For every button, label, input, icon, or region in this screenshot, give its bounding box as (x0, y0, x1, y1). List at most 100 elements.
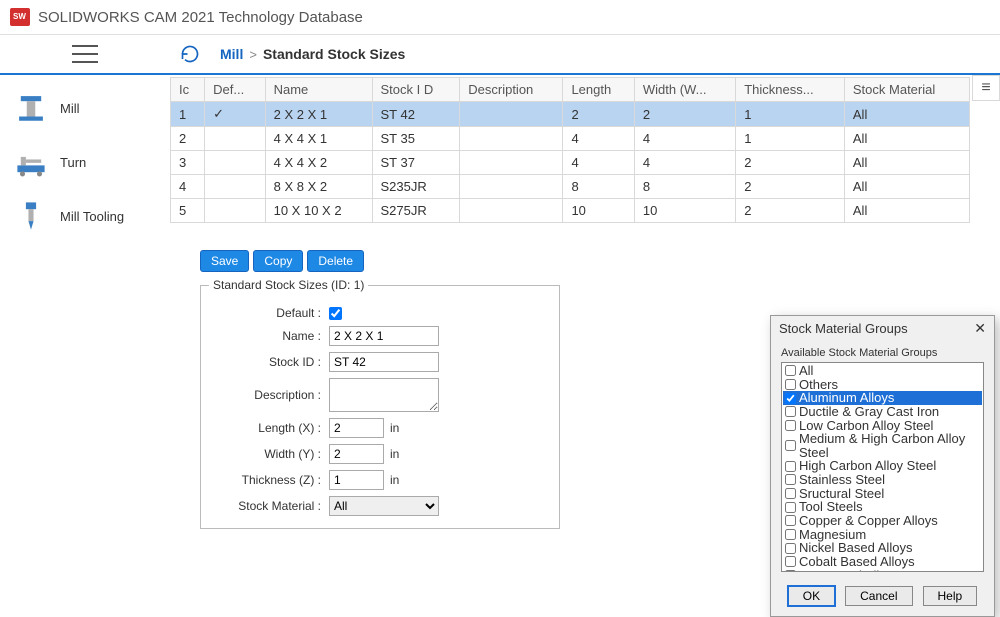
sidebar-item-mill-tooling[interactable]: Mill Tooling (0, 189, 170, 243)
table-cell: 2 (736, 151, 845, 175)
table-cell: 4 (563, 151, 634, 175)
stock-table[interactable]: IcDef...NameStock I DDescriptionLengthWi… (170, 77, 970, 223)
sidebar-item-mill[interactable]: Mill (0, 81, 170, 135)
sidebar-item-label: Mill Tooling (60, 209, 124, 224)
list-item-checkbox[interactable] (785, 440, 796, 451)
default-checkbox[interactable] (329, 307, 342, 320)
table-cell: 2 (171, 127, 205, 151)
toolbar: Mill > Standard Stock Sizes (0, 35, 1000, 75)
column-header[interactable]: Length (563, 78, 634, 102)
table-cell: 4 (563, 127, 634, 151)
list-item[interactable]: Magnesium (783, 528, 982, 542)
table-cell: 2 (563, 102, 634, 127)
table-row[interactable]: 1✓2 X 2 X 1ST 42221All (171, 102, 970, 127)
list-item[interactable]: Cobalt Based Alloys (783, 555, 982, 569)
table-cell: All (844, 175, 969, 199)
length-field[interactable] (329, 418, 384, 438)
list-item-label: Ductile & Gray Cast Iron (799, 405, 939, 419)
list-item-checkbox[interactable] (785, 379, 796, 390)
list-item[interactable]: Sructural Steel (783, 487, 982, 501)
table-cell: S235JR (372, 175, 460, 199)
list-item-checkbox[interactable] (785, 461, 796, 472)
list-item-checkbox[interactable] (785, 420, 796, 431)
list-item-checkbox[interactable] (785, 529, 796, 540)
list-item-checkbox[interactable] (785, 488, 796, 499)
list-item-checkbox[interactable] (785, 406, 796, 417)
list-item[interactable]: Medium & High Carbon Alloy Steel (783, 432, 982, 459)
table-cell: 1 (171, 102, 205, 127)
list-item[interactable]: Copper & Copper Alloys (783, 514, 982, 528)
list-item-label: Cobalt Based Alloys (799, 555, 915, 569)
list-item-label: Nickel Based Alloys (799, 541, 912, 555)
list-item-checkbox[interactable] (785, 543, 796, 554)
column-header[interactable]: Width (W... (634, 78, 735, 102)
list-item-checkbox[interactable] (785, 570, 796, 572)
label-name: Name : (209, 329, 329, 343)
cancel-button[interactable]: Cancel (845, 586, 912, 606)
sidebar-item-turn[interactable]: Turn (0, 135, 170, 189)
list-item-checkbox[interactable] (785, 556, 796, 567)
table-row[interactable]: 510 X 10 X 2S275JR10102All (171, 199, 970, 223)
list-item[interactable]: Tool Steels (783, 500, 982, 514)
list-item-checkbox[interactable] (785, 515, 796, 526)
name-field[interactable] (329, 326, 439, 346)
table-row[interactable]: 48 X 8 X 2S235JR882All (171, 175, 970, 199)
column-header[interactable]: Stock Material (844, 78, 969, 102)
list-item-label: Low Carbon Alloy Steel (799, 419, 933, 433)
list-item-checkbox[interactable] (785, 502, 796, 513)
width-field[interactable] (329, 444, 384, 464)
label-stockid: Stock ID : (209, 355, 329, 369)
help-button[interactable]: Help (923, 586, 978, 606)
description-field[interactable] (329, 378, 439, 412)
list-item[interactable]: All (783, 364, 982, 378)
breadcrumb-root[interactable]: Mill (220, 46, 243, 62)
close-icon[interactable]: ✕ (974, 320, 986, 337)
column-menu-button[interactable]: ≡ (972, 75, 1000, 101)
table-cell: ✓ (205, 102, 265, 127)
table-cell (205, 199, 265, 223)
list-item-label: Aluminum Alloys (799, 391, 894, 405)
column-header[interactable]: Name (265, 78, 372, 102)
copy-button[interactable]: Copy (253, 250, 303, 272)
window-title: SOLIDWORKS CAM 2021 Technology Database (38, 9, 363, 26)
list-item[interactable]: Iron Based Alloys (783, 569, 982, 572)
refresh-button[interactable] (170, 44, 210, 64)
list-item-label: Stainless Steel (799, 473, 885, 487)
table-row[interactable]: 34 X 4 X 2ST 37442All (171, 151, 970, 175)
sidebar-item-label: Turn (60, 155, 86, 170)
column-header[interactable]: Stock I D (372, 78, 460, 102)
table-cell: 4 X 4 X 2 (265, 151, 372, 175)
label-desc: Description : (209, 388, 329, 402)
label-default: Default : (209, 306, 329, 320)
list-item[interactable]: Others (783, 378, 982, 392)
thickness-field[interactable] (329, 470, 384, 490)
stockid-field[interactable] (329, 352, 439, 372)
list-item[interactable]: Nickel Based Alloys (783, 541, 982, 555)
list-item[interactable]: Aluminum Alloys (783, 391, 982, 405)
list-item[interactable]: Low Carbon Alloy Steel (783, 419, 982, 433)
table-cell (205, 151, 265, 175)
material-listbox[interactable]: AllOthersAluminum AlloysDuctile & Gray C… (781, 362, 984, 572)
save-button[interactable]: Save (200, 250, 249, 272)
column-header[interactable]: Def... (205, 78, 265, 102)
column-header[interactable]: Ic (171, 78, 205, 102)
app-logo-icon (10, 8, 30, 26)
list-item-checkbox[interactable] (785, 393, 796, 404)
hamburger-icon (72, 45, 98, 63)
list-item-label: Tool Steels (799, 500, 863, 514)
material-select[interactable]: All (329, 496, 439, 516)
list-item[interactable]: Stainless Steel (783, 473, 982, 487)
list-item-checkbox[interactable] (785, 365, 796, 376)
delete-button[interactable]: Delete (307, 250, 364, 272)
column-header[interactable]: Description (460, 78, 563, 102)
list-item[interactable]: High Carbon Alloy Steel (783, 459, 982, 473)
list-item-label: All (799, 364, 813, 378)
list-item[interactable]: Ductile & Gray Cast Iron (783, 405, 982, 419)
detail-form: Save Copy Delete Standard Stock Sizes (I… (200, 250, 560, 529)
column-header[interactable]: Thickness... (736, 78, 845, 102)
table-row[interactable]: 24 X 4 X 1ST 35441All (171, 127, 970, 151)
menu-toggle[interactable] (0, 45, 170, 63)
list-item-checkbox[interactable] (785, 474, 796, 485)
ok-button[interactable]: OK (788, 586, 835, 606)
table-cell: All (844, 102, 969, 127)
